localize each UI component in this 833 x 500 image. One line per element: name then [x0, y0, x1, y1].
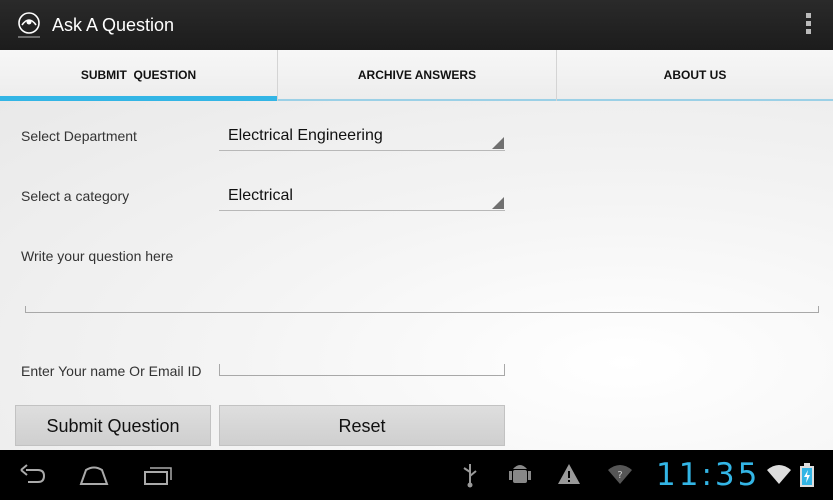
- department-spinner[interactable]: Electrical Engineering: [219, 121, 505, 151]
- category-value: Electrical: [228, 187, 293, 204]
- tab-label: ABOUT US: [663, 68, 727, 82]
- department-label: Select Department: [21, 128, 137, 144]
- name-email-input[interactable]: [219, 364, 505, 376]
- wifi-question-icon: ?: [608, 465, 632, 484]
- status-clock: 11:35: [656, 457, 761, 493]
- dropdown-arrow-icon: [492, 137, 504, 149]
- action-bar: Ask A Question: [0, 0, 833, 50]
- wifi-icon: [767, 465, 791, 484]
- overflow-menu-icon[interactable]: [803, 13, 813, 37]
- app-title: Ask A Question: [52, 15, 175, 35]
- name-email-label: Enter Your name Or Email ID: [21, 363, 202, 379]
- tab-submit-question[interactable]: SUBMIT QUESTION: [0, 50, 278, 101]
- tab-bar: SUBMIT QUESTION ARCHIVE ANSWERS ABOUT US: [0, 50, 833, 101]
- svg-text:?: ?: [617, 470, 622, 481]
- recents-icon[interactable]: [142, 462, 174, 488]
- category-label: Select a category: [21, 188, 130, 204]
- department-value: Electrical Engineering: [228, 127, 383, 144]
- reset-button[interactable]: Reset: [219, 405, 505, 446]
- question-form: Select Department Electrical Engineering…: [0, 101, 833, 450]
- android-debug-icon: [509, 465, 531, 483]
- home-icon[interactable]: [78, 462, 110, 488]
- back-icon[interactable]: [18, 462, 46, 488]
- dropdown-arrow-icon: [492, 197, 504, 209]
- question-input[interactable]: [25, 306, 819, 313]
- usb-icon: [463, 464, 477, 488]
- category-spinner[interactable]: Electrical: [219, 181, 505, 211]
- system-nav-bar: ? 11:35: [0, 450, 833, 500]
- question-label: Write your question here: [21, 248, 174, 264]
- app-logo-icon[interactable]: [14, 10, 44, 40]
- tab-label: SUBMIT QUESTION: [80, 68, 197, 82]
- tab-label: ARCHIVE ANSWERS: [357, 68, 477, 82]
- submit-question-button[interactable]: Submit Question: [15, 405, 211, 446]
- tab-archive-answers[interactable]: ARCHIVE ANSWERS: [278, 50, 557, 101]
- tab-about-us[interactable]: ABOUT US: [557, 50, 833, 101]
- warning-icon: [558, 464, 580, 484]
- battery-icon: [800, 463, 814, 487]
